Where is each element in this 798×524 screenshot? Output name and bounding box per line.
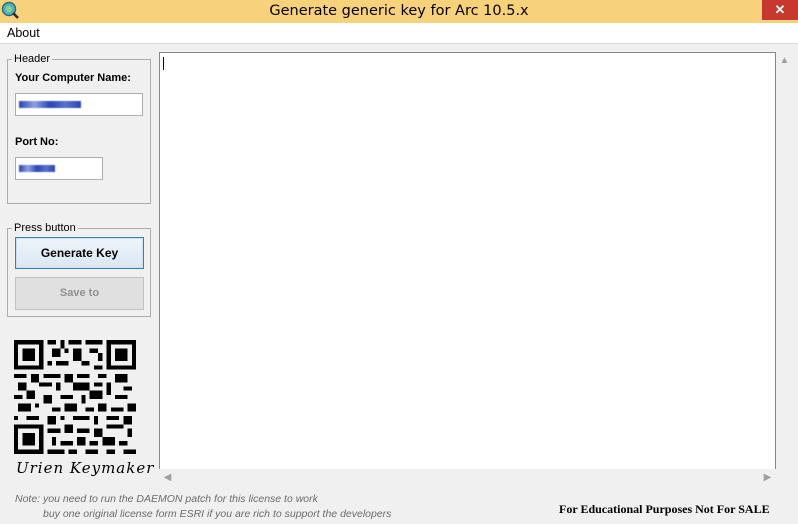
computer-name-value [19,101,81,109]
note-line-2: buy one original license form ESRI if yo… [43,508,392,520]
generate-key-button[interactable]: Generate Key [15,237,144,269]
keymaker-signature: Urien Keymaker [16,459,155,477]
computer-name-field[interactable] [15,93,143,116]
save-to-button[interactable]: Save to [15,277,144,310]
scroll-right-icon[interactable]: ▶ [759,469,776,486]
window-title: Generate generic key for Arc 10.5.x [269,3,529,19]
menu-about[interactable]: About [7,26,40,40]
qr-code-icon [14,340,136,454]
scroll-up-icon[interactable]: ▲ [776,52,793,69]
menu-bar: About [0,23,798,44]
port-field[interactable] [15,157,103,180]
press-button-legend: Press button [14,222,76,234]
horizontal-scrollbar[interactable]: ◀ ▶ [159,469,776,486]
port-value [19,165,55,173]
license-output-textarea[interactable] [159,52,776,486]
close-icon[interactable]: ✕ [762,0,798,20]
header-legend: Header [14,53,51,65]
computer-name-label: Your Computer Name: [15,72,131,84]
title-bar: Generate generic key for Arc 10.5.x ✕ [0,0,798,23]
port-label: Port No: [15,136,59,148]
vertical-scrollbar[interactable]: ▲ [776,52,793,468]
note-line-1: Note: you need to run the DAEMON patch f… [15,493,318,505]
text-caret [163,57,164,70]
scroll-left-icon[interactable]: ◀ [159,469,176,486]
educational-disclaimer: For Educational Purposes Not For SALE [559,502,770,516]
